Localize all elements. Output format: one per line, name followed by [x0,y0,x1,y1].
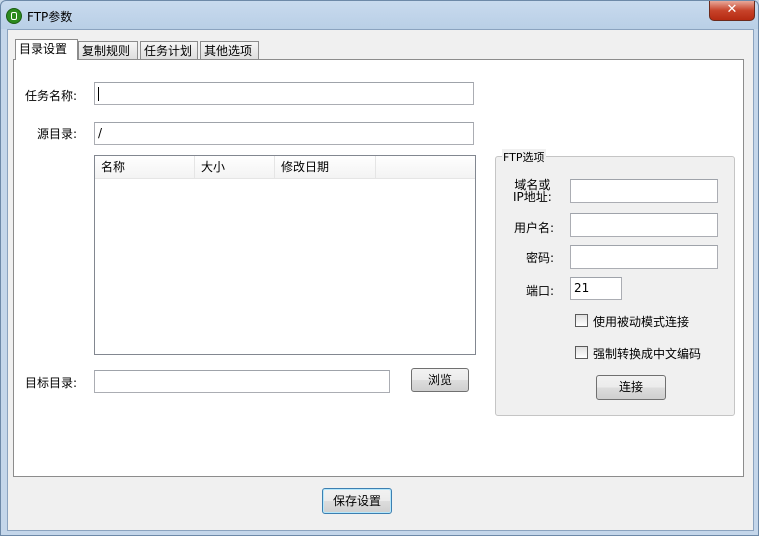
source-dir-input[interactable]: / [94,122,474,145]
directory-settings-panel: 任务名称: 源目录: / 名称 大小 修改日期 目标目录: 浏览 FTP选项 域… [13,59,744,477]
save-settings-button[interactable]: 保存设置 [322,488,392,514]
connect-button[interactable]: 连接 [596,375,666,400]
domain-ip-input[interactable] [570,179,718,203]
task-name-input[interactable] [94,82,474,105]
tab-task-schedule[interactable]: 任务计划 [140,41,198,59]
force-chinese-encoding-label[interactable]: 强制转换成中文编码 [593,345,701,362]
port-label: 端口: [526,284,555,298]
dialog-body: 目录设置 复制规则 任务计划 其他选项 任务名称: 源目录: / 名称 大小 修… [7,29,754,531]
username-input[interactable] [570,213,718,237]
password-label: 密码: [526,251,555,265]
tab-copy-rules[interactable]: 复制规则 [78,41,138,59]
port-input[interactable]: 21 [570,277,622,300]
source-file-list[interactable]: 名称 大小 修改日期 [94,155,476,355]
text-caret [98,86,99,101]
column-header-filler [376,156,475,178]
close-button[interactable]: ✕ [709,1,755,21]
window-title: FTP参数 [27,10,73,24]
column-header-size[interactable]: 大小 [195,156,275,178]
domain-ip-label: 域名或 IP地址: [513,179,552,203]
title-bar[interactable]: FTP参数 ✕ [1,1,758,29]
task-name-label: 任务名称: [25,89,78,103]
passive-mode-checkbox[interactable] [575,314,588,327]
source-dir-label: 源目录: [37,127,78,141]
column-header-name[interactable]: 名称 [95,156,195,178]
username-label: 用户名: [514,221,555,235]
file-list-header: 名称 大小 修改日期 [95,156,475,179]
ftp-options-title: FTP选项 [502,149,546,165]
password-input[interactable] [570,245,718,269]
ftp-options-group: FTP选项 域名或 IP地址: 用户名: 密码: 端口: 21 使用被动模式连接 … [495,149,735,416]
target-dir-label: 目标目录: [25,376,78,390]
ftp-params-window: FTP参数 ✕ 目录设置 复制规则 任务计划 其他选项 任务名称: 源目录: /… [0,0,759,536]
column-header-modified-date[interactable]: 修改日期 [275,156,376,178]
force-chinese-encoding-checkbox[interactable] [575,346,588,359]
passive-mode-label[interactable]: 使用被动模式连接 [593,313,689,330]
browse-button[interactable]: 浏览 [411,368,469,392]
app-power-icon [6,8,22,24]
domain-label-line2: IP地址: [513,190,552,204]
tab-directory-settings[interactable]: 目录设置 [15,39,78,60]
tab-other-options[interactable]: 其他选项 [200,41,259,59]
target-dir-input[interactable] [94,370,390,393]
